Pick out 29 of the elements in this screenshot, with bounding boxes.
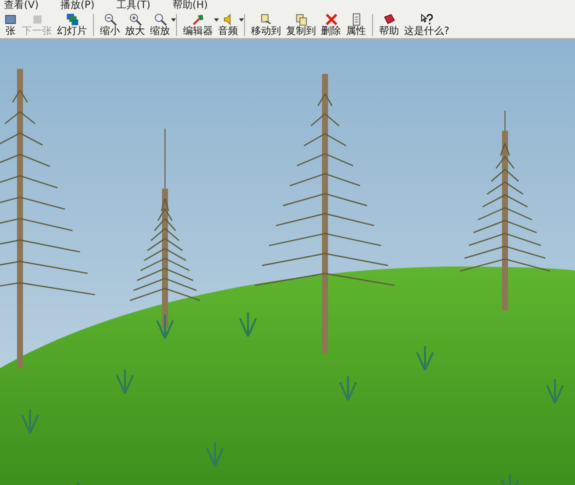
toolbar-button[interactable]: 编辑器 [181, 12, 215, 38]
image-icon [30, 13, 44, 26]
toolbar-button[interactable]: 缩小 [98, 12, 122, 38]
menu-item[interactable]: 查看(V) [4, 0, 39, 12]
toolbar-button[interactable]: 放大 [123, 12, 147, 38]
image-icon [4, 13, 17, 26]
toolbar-button[interactable]: 属性 [344, 12, 368, 38]
toolbar-button[interactable]: 移动到 [249, 12, 283, 38]
slideshow-icon [66, 13, 78, 26]
zoom-out-icon [104, 13, 116, 26]
pointer-question-icon [420, 13, 434, 26]
toolbar-button[interactable]: 缩放 [148, 12, 172, 38]
menu-item[interactable]: 工具(T) [116, 0, 150, 12]
toolbar-button[interactable]: 张 [2, 12, 19, 38]
menu-item[interactable]: 帮助(H) [172, 0, 208, 12]
toolbar-button[interactable]: 幻灯片 [55, 12, 89, 38]
toolbar-button[interactable]: 删除 [319, 12, 343, 38]
toolbar-button[interactable]: 音频 [216, 12, 240, 38]
menu-item[interactable]: 播放(P) [60, 0, 94, 12]
zoom-icon [154, 13, 166, 26]
zoom-in-icon [128, 13, 142, 26]
move-icon [260, 13, 272, 26]
toolbar-button[interactable]: 帮助 [377, 12, 401, 38]
brush-icon [192, 13, 204, 26]
delete-icon [324, 13, 338, 26]
toolbar-button[interactable]: 这是什么? [402, 12, 452, 38]
toolbar-button[interactable]: 复制到 [284, 12, 318, 38]
book-icon [382, 13, 396, 26]
copy-icon [294, 13, 308, 26]
